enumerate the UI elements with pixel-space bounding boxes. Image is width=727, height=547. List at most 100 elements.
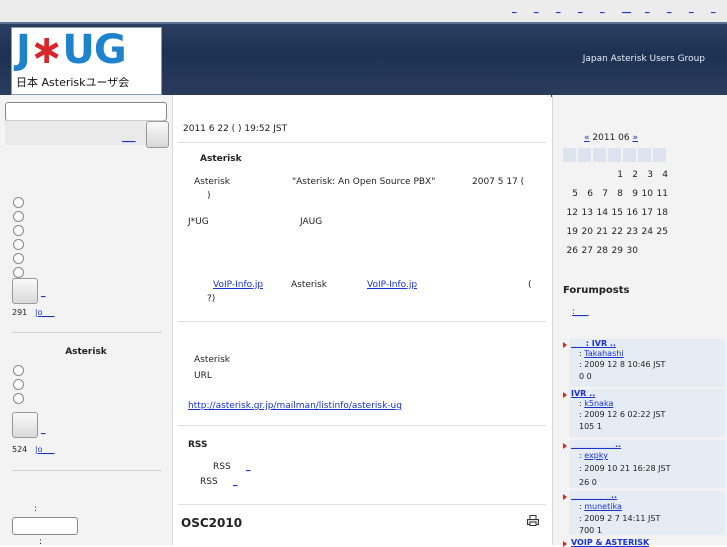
bullet-icon	[563, 443, 567, 449]
site-logo[interactable]: J∗UG 日本 Asteriskユーザ会	[11, 27, 162, 95]
top-nav-link-7[interactable]: _	[645, 4, 653, 14]
weekday-cell	[608, 148, 621, 162]
divider	[178, 425, 546, 426]
poll-archive-link[interactable]: |o___	[35, 445, 63, 454]
calendar-next-link[interactable]: »	[632, 133, 638, 143]
post-stats: 105 1	[579, 422, 602, 431]
bullet-icon	[563, 494, 567, 500]
login-username-input[interactable]	[12, 517, 78, 535]
top-nav-link-8[interactable]: _	[667, 4, 675, 14]
section-text: JAUG	[300, 217, 323, 227]
poll-radio[interactable]	[13, 211, 24, 222]
logo-subtitle: 日本 Asteriskユーザ会	[16, 76, 130, 89]
top-nav: _ _ _ _ _ __ _ _ _ _	[512, 4, 719, 14]
calendar-prev-link[interactable]: «	[584, 133, 590, 143]
top-nav-link-3[interactable]: _	[556, 4, 564, 14]
top-nav-link-1[interactable]: _	[512, 4, 520, 14]
forum-post-title[interactable]: ___ : IVR ..	[571, 339, 616, 348]
logo-letters-ug: UG	[62, 27, 126, 73]
poll-options	[13, 365, 24, 407]
calendar-day: 1	[617, 170, 623, 180]
poll-radio[interactable]	[13, 365, 24, 376]
poll-radio[interactable]	[13, 225, 24, 236]
calendar-day: 18	[656, 208, 668, 218]
left-sidebar: ___ _ 291 |o___ Asterisk _ 524 |o___ : :	[0, 95, 173, 547]
poll-radio[interactable]	[13, 253, 24, 264]
calendar-day	[653, 246, 668, 256]
top-nav-link-2[interactable]: _	[534, 4, 542, 14]
top-nav-link-4[interactable]: _	[578, 4, 586, 14]
calendar-day: 2	[632, 170, 638, 180]
post-author-link[interactable]: expky	[584, 451, 608, 460]
calendar-day: 20	[581, 227, 593, 237]
book-title: "Asterisk: An Open Source PBX"	[292, 177, 436, 187]
site-header: J∗UG 日本 Asteriskユーザ会 Japan Asterisk User…	[0, 22, 727, 97]
poll-radio[interactable]	[13, 267, 24, 278]
post-author-link[interactable]: munetika	[584, 502, 622, 511]
calendar-day: 17	[641, 208, 653, 218]
logo-letter-j: J	[16, 27, 31, 73]
calendar-day: 30	[626, 246, 638, 256]
voip-info-link[interactable]: VoIP-Info.jp	[213, 280, 263, 290]
mailing-list-url[interactable]: http://asterisk.gr.jp/mailman/listinfo/a…	[188, 401, 402, 411]
advanced-search-link[interactable]: ___	[122, 133, 136, 143]
poll-archive-link[interactable]: |o___	[35, 308, 63, 317]
calendar-day	[563, 170, 578, 180]
post-author-link[interactable]: k5naka	[584, 399, 613, 408]
calendar-day: 13	[581, 208, 593, 218]
top-nav-link-10[interactable]: _	[711, 4, 719, 14]
calendar-week: 1234	[563, 170, 668, 180]
calendar-day: 27	[581, 246, 593, 256]
poll-radio[interactable]	[13, 379, 24, 390]
voip-info-link[interactable]: VoIP-Info.jp	[367, 280, 417, 290]
section-text: (	[528, 280, 532, 290]
search-box: ___	[5, 120, 169, 148]
calendar-day: 21	[596, 227, 608, 237]
logo-mark: J∗UG	[16, 26, 127, 74]
section-text: J*UG	[188, 217, 209, 227]
top-nav-link-6[interactable]: __	[622, 4, 631, 14]
poll-count: 291 |o___	[12, 308, 63, 317]
top-nav-link-5[interactable]: _	[600, 4, 608, 14]
forum-post-title[interactable]: VOIP & ASTERISK	[571, 538, 649, 547]
forum-post-title[interactable]: __________..	[571, 491, 617, 500]
bullet-icon	[563, 342, 567, 348]
poll-title: Asterisk	[65, 347, 107, 357]
poll-results-link[interactable]: _	[41, 425, 46, 435]
calendar-header: « 2011 06 »	[584, 133, 638, 143]
calendar-day: 9	[632, 189, 638, 199]
rss-section-title: RSS	[188, 440, 208, 450]
vote-button[interactable]	[12, 278, 38, 304]
calendar-month: 2011 06	[592, 133, 630, 143]
post-author-link[interactable]: Takahashi	[584, 349, 623, 358]
top-nav-link-9[interactable]: _	[689, 4, 697, 14]
section-title: Asterisk	[200, 154, 242, 164]
right-sidebar: « 2011 06 » 1 2 3 4 5 6 7 8 9 10 11 12 13 14 15 16 17 18 1…	[552, 95, 727, 547]
divider	[178, 142, 546, 143]
calendar-day: 25	[656, 227, 668, 237]
poll-results-link[interactable]: _	[41, 288, 46, 298]
search-input[interactable]	[5, 102, 167, 121]
rss-link[interactable]: _	[233, 477, 238, 487]
logo-star: ∗	[29, 27, 64, 73]
forum-post-title[interactable]: ___________..	[571, 440, 621, 449]
forum-more-link[interactable]: :___	[572, 307, 589, 317]
vote-button[interactable]	[12, 412, 38, 438]
printer-icon[interactable]	[527, 515, 539, 526]
calendar-day: 28	[596, 246, 608, 256]
poll-radio[interactable]	[13, 197, 24, 208]
calendar-day: 6	[587, 189, 593, 199]
poll-count: 524 |o___	[12, 445, 63, 454]
calendar-day: 4	[662, 170, 668, 180]
poll-radio[interactable]	[13, 239, 24, 250]
mailing-list-text: URL	[194, 371, 212, 381]
poll-radio[interactable]	[13, 393, 24, 404]
article-date: 2011 6 22 ( ) 19:52 JST	[183, 124, 288, 134]
main-content: 2011 6 22 ( ) 19:52 JST Asterisk Asteris…	[173, 95, 551, 545]
forum-post-title[interactable]: IVR ..	[571, 389, 595, 398]
rss-link[interactable]: _	[246, 462, 251, 472]
bullet-icon	[563, 392, 567, 398]
calendar-day: 11	[656, 189, 668, 199]
search-button[interactable]	[146, 121, 169, 148]
post-date: : 2009 12 8 10:46 JST	[579, 360, 666, 369]
